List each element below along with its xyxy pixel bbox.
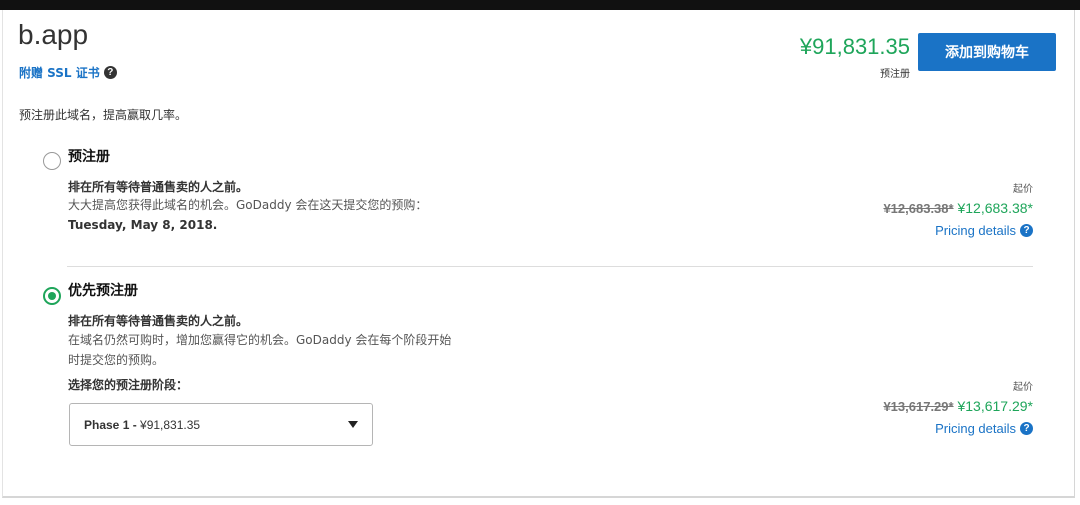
phase-prefix: Phase 1 - — [84, 417, 141, 432]
start-price-label: 起价 — [1013, 184, 1033, 195]
question-circle-icon[interactable]: ? — [1020, 224, 1033, 237]
phase-price: ¥91,831.35 — [140, 417, 201, 432]
option-title: 预注册 — [68, 149, 110, 165]
option-desc-line: 大大提高您获得此域名的机会。GoDaddy 会在这天提交您的预购： — [68, 198, 428, 212]
new-price: ¥13,617.29* — [957, 398, 1033, 414]
main-price-label: 预注册 — [880, 69, 910, 80]
question-circle-icon[interactable]: ? — [1020, 422, 1033, 435]
add-to-cart-button[interactable]: 添加到购物车 — [918, 33, 1056, 71]
option-price: ¥13,617.29* ¥13,617.29* — [883, 398, 1033, 414]
phase-label: 选择您的预注册阶段： — [68, 378, 189, 392]
pricing-details-link[interactable]: Pricing details ? — [935, 421, 1033, 436]
ssl-label: 附赠 SSL 证书 — [19, 66, 100, 80]
domain-name: b.app — [18, 19, 89, 50]
option-title: 优先预注册 — [68, 283, 138, 299]
divider — [67, 266, 1033, 267]
caret-down-icon — [348, 421, 358, 428]
ssl-link[interactable]: 附赠 SSL 证书 ? — [19, 64, 117, 81]
question-circle-icon[interactable]: ? — [103, 66, 117, 79]
pricing-details-label: Pricing details — [935, 223, 1016, 238]
start-price-label: 起价 — [1013, 382, 1033, 393]
pricing-details-label: Pricing details — [935, 421, 1016, 436]
option-date-line: Tuesday, May 8, 2018. — [68, 218, 218, 232]
option-desc-line: 时提交您的预购。 — [68, 353, 165, 367]
main-price: ¥91,831.35 — [799, 34, 910, 59]
option-bold-line: 排在所有等待普通售卖的人之前。 — [68, 314, 249, 328]
phase-select-value: Phase 1 - ¥91,831.35 — [84, 418, 200, 432]
pricing-details-link[interactable]: Pricing details ? — [935, 223, 1033, 238]
top-bar — [0, 0, 1080, 10]
option-price: ¥12,683.38* ¥12,683.38* — [883, 200, 1033, 216]
preregister-radio[interactable] — [43, 152, 61, 170]
option-bold-line: 排在所有等待普通售卖的人之前。 — [68, 180, 249, 194]
new-price: ¥12,683.38* — [957, 200, 1033, 216]
option-desc-line: 在域名仍然可购时，增加您赢得它的机会。GoDaddy 会在每个阶段开始 — [68, 333, 452, 347]
phase-select[interactable]: Phase 1 - ¥91,831.35 — [69, 403, 373, 446]
old-price: ¥12,683.38* — [883, 201, 954, 216]
intro-text: 预注册此域名，提高赢取几率。 — [19, 108, 188, 122]
old-price: ¥13,617.29* — [883, 399, 954, 414]
priority-preregister-radio[interactable] — [43, 287, 61, 305]
